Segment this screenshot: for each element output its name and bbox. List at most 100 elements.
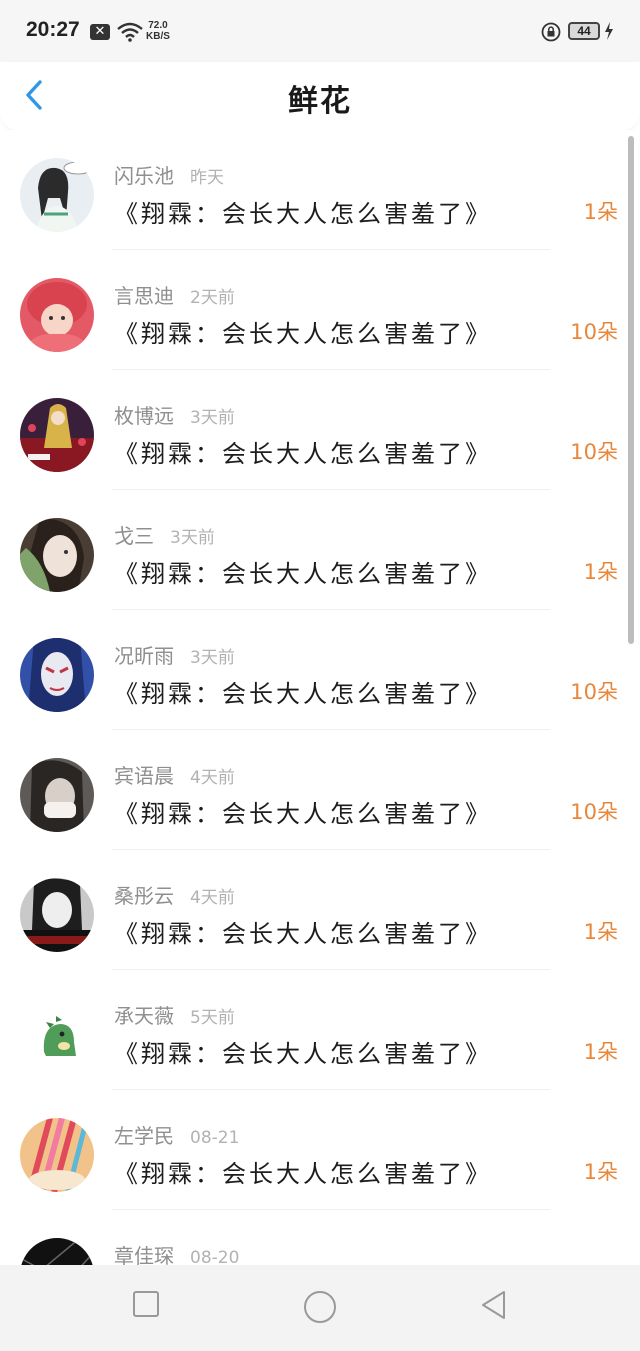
sent-time: 5天前: [190, 1008, 235, 1028]
sent-time: 3天前: [190, 648, 235, 668]
net-speed-value: 72.0: [148, 20, 168, 31]
sender-name: 宾语晨: [114, 764, 174, 788]
list-item[interactable]: 枚博远 3天前 《翔霖：会长大人怎么害羞了》 10朵: [0, 370, 640, 490]
book-title: 《翔霖：会长大人怎么害羞了》: [114, 1040, 492, 1068]
flower-count: 1朵: [583, 200, 618, 224]
sender-meta: 左学民 08-21: [114, 1120, 239, 1149]
scrollbar[interactable]: [628, 136, 634, 644]
circle-icon: [304, 1291, 336, 1323]
sent-time: 4天前: [190, 888, 235, 908]
flower-count: 1朵: [583, 1160, 618, 1184]
sender-meta: 言思迪 2天前: [114, 280, 235, 309]
status-time: 20:27: [26, 18, 80, 41]
avatar[interactable]: [20, 398, 94, 472]
sender-meta: 桑彤云 4天前: [114, 880, 235, 909]
recent-apps-button[interactable]: [131, 1289, 161, 1323]
avatar-image: [20, 398, 94, 472]
book-title: 《翔霖：会长大人怎么害羞了》: [114, 920, 492, 948]
sent-time: 3天前: [190, 408, 235, 428]
avatar-image: [20, 518, 94, 592]
avatar-image: [20, 638, 94, 712]
sender-name: 桑彤云: [114, 884, 174, 908]
page-title: 鲜花: [288, 84, 352, 119]
list-item[interactable]: 况昕雨 3天前 《翔霖：会长大人怎么害羞了》 10朵: [0, 610, 640, 730]
system-nav-bar: [0, 1265, 640, 1351]
charging-icon: [605, 22, 613, 40]
book-title: 《翔霖：会长大人怎么害羞了》: [114, 200, 492, 228]
rotation-lock-icon: [541, 22, 561, 42]
avatar[interactable]: [20, 518, 94, 592]
avatar-image: [20, 878, 94, 952]
avatar-image: [20, 998, 94, 1072]
sender-meta: 章佳琛 08-20: [114, 1240, 239, 1265]
sender-name: 枚博远: [114, 404, 174, 428]
notification-x-icon: ✕: [90, 24, 110, 40]
sent-time: 08-21: [190, 1128, 240, 1148]
home-button[interactable]: [302, 1289, 338, 1329]
avatar-image: [20, 758, 94, 832]
sender-meta: 承天薇 5天前: [114, 1000, 235, 1029]
battery-indicator: 44: [568, 22, 600, 40]
header: 鲜花: [0, 62, 640, 130]
sender-name: 承天薇: [114, 1004, 174, 1028]
flower-count: 1朵: [583, 560, 618, 584]
sent-time: 昨天: [190, 168, 224, 188]
book-title: 《翔霖：会长大人怎么害羞了》: [114, 560, 492, 588]
avatar[interactable]: [20, 878, 94, 952]
avatar-image: [20, 278, 94, 352]
avatar[interactable]: [20, 158, 94, 232]
flower-count: 10朵: [570, 440, 618, 464]
avatar[interactable]: [20, 998, 94, 1072]
square-icon: [133, 1291, 159, 1317]
triangle-back-icon: [482, 1291, 505, 1319]
list-item[interactable]: 桑彤云 4天前 《翔霖：会长大人怎么害羞了》 1朵: [0, 850, 640, 970]
list-item[interactable]: 宾语晨 4天前 《翔霖：会长大人怎么害羞了》 10朵: [0, 730, 640, 850]
sender-name: 戈三: [114, 524, 154, 548]
flower-record-list[interactable]: 闪乐池 昨天 《翔霖：会长大人怎么害羞了》 1朵 言思迪 2天前 《翔霖：会长大人怎…: [0, 130, 640, 1265]
book-title: 《翔霖：会长大人怎么害羞了》: [114, 800, 492, 828]
sender-meta: 况昕雨 3天前: [114, 640, 235, 669]
avatar[interactable]: [20, 758, 94, 832]
nav-back-button[interactable]: [478, 1289, 510, 1325]
list-item[interactable]: 左学民 08-21 《翔霖：会长大人怎么害羞了》 1朵: [0, 1090, 640, 1210]
book-title: 《翔霖：会长大人怎么害羞了》: [114, 680, 492, 708]
flower-count: 10朵: [570, 800, 618, 824]
sender-name: 闪乐池: [114, 164, 174, 188]
flower-count: 1朵: [583, 920, 618, 944]
sender-meta: 宾语晨 4天前: [114, 760, 235, 789]
list-item[interactable]: 言思迪 2天前 《翔霖：会长大人怎么害羞了》 10朵: [0, 250, 640, 370]
sender-name: 言思迪: [114, 284, 174, 308]
sent-time: 4天前: [190, 768, 235, 788]
sent-time: 2天前: [190, 288, 235, 308]
sender-meta: 枚博远 3天前: [114, 400, 235, 429]
list-item[interactable]: 戈三 3天前 《翔霖：会长大人怎么害羞了》 1朵: [0, 490, 640, 610]
avatar[interactable]: [20, 1238, 94, 1265]
sender-meta: 闪乐池 昨天: [114, 160, 224, 189]
list-item[interactable]: 承天薇 5天前 《翔霖：会长大人怎么害羞了》 1朵: [0, 970, 640, 1090]
book-title: 《翔霖：会长大人怎么害羞了》: [114, 1160, 492, 1188]
sender-meta: 戈三 3天前: [114, 520, 215, 549]
avatar[interactable]: [20, 1118, 94, 1192]
net-speed: 72.0 KB/S: [146, 20, 170, 42]
book-title: 《翔霖：会长大人怎么害羞了》: [114, 440, 492, 468]
flower-count: 10朵: [570, 680, 618, 704]
avatar[interactable]: [20, 278, 94, 352]
sent-time: 3天前: [170, 528, 215, 548]
list-item[interactable]: 闪乐池 昨天 《翔霖：会长大人怎么害羞了》 1朵: [0, 130, 640, 250]
sender-name: 章佳琛: [114, 1244, 174, 1265]
status-bar: 20:27 ✕ 72.0 KB/S 44: [0, 0, 640, 62]
wifi-icon: [117, 22, 143, 42]
flower-count: 1朵: [583, 1040, 618, 1064]
sender-name: 况昕雨: [114, 644, 174, 668]
avatar-image: [20, 158, 94, 232]
avatar-image: [20, 1238, 94, 1265]
avatar[interactable]: [20, 638, 94, 712]
sender-name: 左学民: [114, 1124, 174, 1148]
screen: 20:27 ✕ 72.0 KB/S 44 鲜花 闪乐池 昨天 《翔霖：会长大人怎…: [0, 0, 640, 1351]
net-speed-unit: KB/S: [146, 31, 170, 42]
avatar-image: [20, 1118, 94, 1192]
book-title: 《翔霖：会长大人怎么害羞了》: [114, 320, 492, 348]
list-item[interactable]: 章佳琛 08-20: [0, 1210, 640, 1265]
flower-count: 10朵: [570, 320, 618, 344]
sent-time: 08-20: [190, 1248, 240, 1265]
